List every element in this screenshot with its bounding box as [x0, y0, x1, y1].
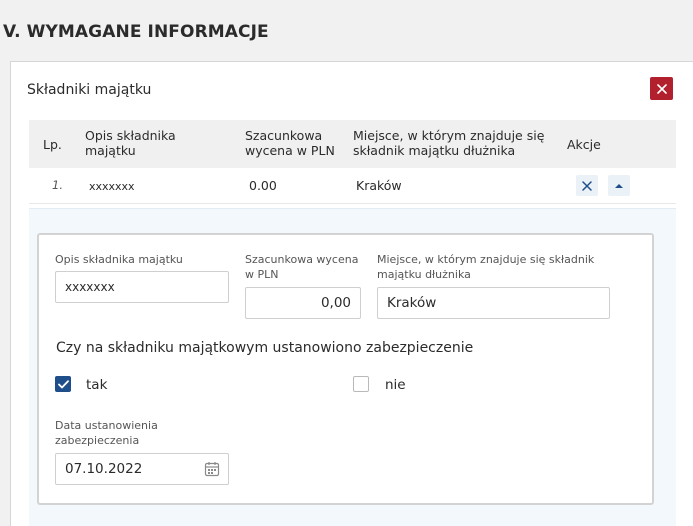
header-opis: Opis składnika majątku — [85, 128, 176, 158]
wycena-label: Szacunkowa wycena w PLN — [245, 253, 359, 281]
wycena-input[interactable]: 0,00 — [245, 287, 361, 319]
collapse-row-button[interactable] — [608, 175, 630, 196]
header-lp: Lp. — [43, 137, 62, 152]
miejsce-input[interactable]: Kraków — [377, 287, 610, 319]
assets-card: Składniki majątku Lp. Opis składnika maj… — [10, 61, 693, 526]
close-card-button[interactable] — [650, 77, 673, 100]
label-tak[interactable]: tak — [86, 377, 107, 393]
opis-input[interactable]: xxxxxxx — [55, 271, 229, 303]
zabezpieczenie-question: Czy na składniku majątkowym ustanowiono … — [56, 340, 474, 356]
cell-wycena: 0.00 — [249, 178, 277, 193]
header-akcje: Akcje — [567, 137, 601, 152]
data-label: Data ustanowienia zabezpieczenia — [55, 419, 158, 447]
calendar-icon[interactable] — [204, 461, 220, 477]
checkbox-nie[interactable] — [353, 376, 369, 392]
checkbox-tak[interactable] — [55, 376, 71, 392]
close-icon — [656, 83, 667, 94]
opis-label: Opis składnika majątku — [55, 253, 183, 266]
card-title: Składniki majątku — [27, 82, 152, 98]
label-nie[interactable]: nie — [385, 377, 406, 393]
section-title: V. WYMAGANE INFORMACJE — [3, 22, 269, 42]
miejsce-label: Miejsce, w którym znajduje się składnik … — [377, 253, 595, 281]
asset-form: Opis składnika majątku xxxxxxx Szacunkow… — [37, 233, 654, 505]
header-miejsce: Miejsce, w którym znajduje się składnik … — [353, 128, 545, 158]
table-row: 1. xxxxxxx 0.00 Kraków — [29, 168, 676, 204]
chevron-up-icon — [615, 183, 623, 188]
header-wycena: Szacunkowa wycena w PLN — [245, 128, 335, 158]
date-input[interactable]: 07.10.2022 — [55, 453, 229, 485]
date-value: 07.10.2022 — [65, 461, 143, 477]
checkmark-icon — [57, 379, 69, 388]
close-icon — [582, 180, 592, 191]
cell-miejsce: Kraków — [356, 178, 402, 193]
cell-opis: xxxxxxx — [89, 180, 135, 193]
cell-lp: 1. — [52, 178, 63, 192]
remove-row-button[interactable] — [576, 175, 598, 196]
table-header: Lp. Opis składnika majątku Szacunkowa wy… — [29, 120, 676, 168]
